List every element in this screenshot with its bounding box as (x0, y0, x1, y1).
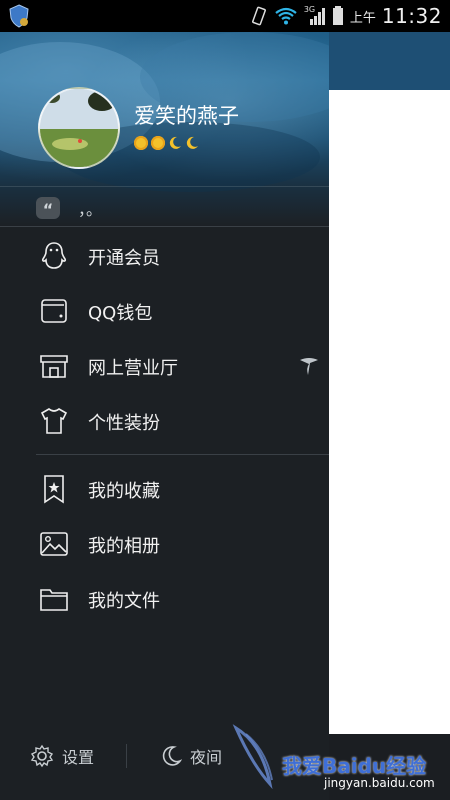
wallet-icon (41, 299, 67, 323)
signature-text: ，。 (78, 200, 103, 219)
folder-icon (40, 589, 68, 611)
menu-label-vip: 开通会员 (88, 248, 160, 269)
level-badges[interactable] (134, 136, 199, 150)
menu-item-vip[interactable]: 开通会员 (0, 228, 329, 283)
wifi-icon (275, 7, 297, 25)
avatar-image (40, 89, 118, 167)
moon-icon (162, 746, 182, 766)
menu-label-wallet: QQ钱包 (88, 303, 153, 324)
settings-label: 设置 (62, 748, 95, 767)
shield-app-icon (9, 4, 29, 28)
watermark-text: 我爱Baidu经验 (282, 754, 427, 778)
divider (0, 226, 329, 227)
gear-icon (30, 744, 54, 768)
baidu-watermark: 我爱Baidu经验 jingyan.baidu.com (232, 720, 450, 800)
main-content-panel[interactable] (329, 90, 450, 734)
content-header-strip (329, 32, 450, 90)
battery-icon (332, 6, 343, 25)
menu-item-files[interactable]: 我的文件 (0, 571, 329, 626)
watermark-url: jingyan.baidu.com (324, 776, 435, 790)
signature-row[interactable]: “ ，。 (0, 186, 329, 227)
drawer-menu: 开通会员 QQ钱包 网上营业厅 个性装扮 我的收藏 我的相册 我的文件 (0, 228, 329, 626)
menu-item-wallet[interactable]: QQ钱包 (0, 283, 329, 338)
signal-icon: 3G (304, 5, 326, 27)
night-mode-button[interactable]: 夜间 (160, 744, 222, 768)
settings-button[interactable]: 设置 (30, 744, 94, 768)
menu-label-online-hall: 网上营业厅 (88, 358, 178, 379)
username[interactable]: 爱笑的燕子 (134, 100, 239, 130)
penguin-icon (41, 242, 67, 269)
divider (36, 454, 329, 455)
bookmark-star-icon (44, 475, 64, 504)
moon-level-icon (169, 136, 181, 149)
network-type: 3G (303, 5, 316, 14)
sun-level-icon (134, 136, 148, 150)
photo-album-icon (40, 532, 68, 556)
menu-item-online-hall[interactable]: 网上营业厅 (0, 338, 329, 393)
night-mode-label: 夜间 (190, 748, 223, 767)
divider (126, 744, 127, 768)
vibrate-icon (251, 6, 266, 26)
menu-label-album: 我的相册 (88, 536, 160, 557)
menu-item-album[interactable]: 我的相册 (0, 516, 329, 571)
status-ampm: 上午 (349, 10, 376, 26)
status-bar: 3G 上午 11:32 (0, 0, 450, 32)
sun-level-icon (151, 136, 165, 150)
tshirt-icon (40, 408, 68, 434)
quote-icon: “ (36, 197, 60, 219)
avatar[interactable] (38, 87, 120, 169)
menu-item-favorites[interactable]: 我的收藏 (0, 461, 329, 516)
store-icon (40, 355, 68, 378)
status-clock: 11:32 (381, 4, 442, 28)
menu-label-files: 我的文件 (88, 591, 160, 612)
moon-level-icon (186, 136, 198, 149)
menu-label-theme: 个性装扮 (88, 413, 160, 434)
menu-item-theme[interactable]: 个性装扮 (0, 393, 329, 448)
side-drawer: 爱笑的燕子 “ ，。 开通会员 QQ钱包 网上营业厅 个性装扮 我的收藏 我的相… (0, 32, 329, 800)
telecom-icon (300, 358, 318, 375)
menu-label-favorites: 我的收藏 (88, 481, 160, 502)
